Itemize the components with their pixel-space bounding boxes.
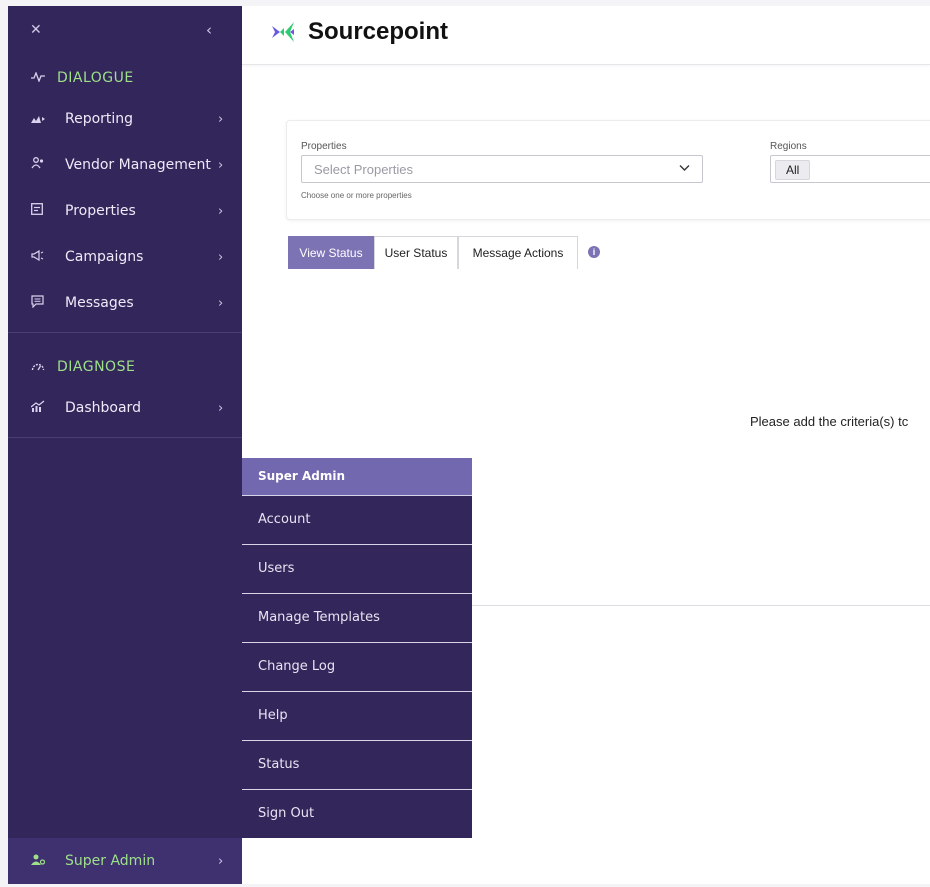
section-heading: DIALOGUE (57, 70, 134, 86)
menu-item-help[interactable]: Help (242, 691, 472, 740)
gauge-icon (31, 360, 57, 375)
sidebar-item-label: Reporting (65, 111, 134, 127)
sidebar-divider (8, 437, 242, 438)
sidebar-divider (8, 332, 242, 333)
menu-item-account[interactable]: Account (242, 495, 472, 544)
megaphone-icon (31, 249, 65, 265)
chevron-right-icon: › (218, 295, 224, 311)
sidebar-item-label: Vendor Management (65, 157, 211, 173)
sidebar-item-super-admin[interactable]: Super Admin › (8, 838, 242, 884)
info-icon[interactable]: i (588, 246, 600, 258)
chevron-right-icon: › (218, 249, 224, 265)
top-header: Sourcepoint (242, 6, 930, 65)
tab-message-actions[interactable]: Message Actions (458, 236, 578, 269)
pulse-icon (31, 70, 57, 86)
menu-item-manage-templates[interactable]: Manage Templates (242, 593, 472, 642)
document-icon (31, 203, 65, 219)
region-chip: All (775, 160, 811, 180)
status-tabs: View Status User Status Message Actions … (288, 236, 930, 271)
sourcepoint-logo-icon (270, 18, 306, 46)
trend-icon (30, 400, 65, 416)
regions-label: Regions (770, 141, 807, 152)
sidebar: ✕ ‹ DIALOGUE Reporting › Vendor Manageme… (8, 6, 242, 884)
chevron-right-icon: › (218, 157, 224, 173)
super-admin-menu: Super Admin Account Users Manage Templat… (242, 458, 472, 838)
menu-item-change-log[interactable]: Change Log (242, 642, 472, 691)
sidebar-item-vendor-management[interactable]: Vendor Management › (8, 142, 242, 188)
sidebar-item-campaigns[interactable]: Campaigns › (8, 234, 242, 280)
sidebar-top: ✕ ‹ (8, 6, 242, 60)
sidebar-item-label: Messages (65, 295, 134, 311)
properties-placeholder: Select Properties (314, 162, 413, 177)
sidebar-item-properties[interactable]: Properties › (8, 188, 242, 234)
chevron-right-icon: › (218, 853, 224, 869)
section-diagnose: DIAGNOSE (8, 349, 242, 385)
tab-view-status[interactable]: View Status (288, 236, 374, 269)
close-icon[interactable]: ✕ (30, 22, 42, 38)
sidebar-item-label: Campaigns (65, 249, 144, 265)
chevron-right-icon: › (218, 400, 224, 416)
collapse-sidebar-icon[interactable]: ‹ (206, 21, 212, 39)
app-frame: ✕ ‹ DIALOGUE Reporting › Vendor Manageme… (8, 6, 930, 884)
sidebar-item-label: Super Admin (65, 853, 156, 869)
menu-item-users[interactable]: Users (242, 544, 472, 593)
empty-state-message: Please add the criteria(s) tc (750, 414, 909, 429)
filter-card: Properties Select Properties Choose one … (286, 120, 930, 220)
tab-user-status[interactable]: User Status (374, 236, 458, 269)
chevron-right-icon: › (218, 203, 224, 219)
message-icon (31, 294, 65, 312)
sidebar-item-dashboard[interactable]: Dashboard › (8, 385, 242, 431)
menu-item-sign-out[interactable]: Sign Out (242, 789, 472, 838)
chart-icon (31, 112, 65, 127)
section-dialogue: DIALOGUE (8, 60, 242, 96)
brand-name: Sourcepoint (308, 18, 449, 45)
sidebar-item-label: Properties (65, 203, 136, 219)
brand-logo[interactable]: Sourcepoint (270, 18, 448, 46)
properties-select[interactable]: Select Properties (301, 155, 703, 183)
section-heading: DIAGNOSE (57, 359, 136, 375)
chevron-right-icon: › (218, 111, 224, 127)
menu-title: Super Admin (242, 458, 472, 495)
sidebar-item-reporting[interactable]: Reporting › (8, 96, 242, 142)
sidebar-item-label: Dashboard (65, 400, 141, 416)
properties-hint: Choose one or more properties (301, 191, 412, 200)
sidebar-item-messages[interactable]: Messages › (8, 280, 242, 326)
user-settings-icon (31, 854, 65, 869)
regions-select[interactable]: All (770, 155, 930, 183)
users-icon (31, 157, 65, 173)
chevron-down-icon (679, 160, 690, 175)
properties-label: Properties (301, 141, 347, 152)
menu-item-status[interactable]: Status (242, 740, 472, 789)
